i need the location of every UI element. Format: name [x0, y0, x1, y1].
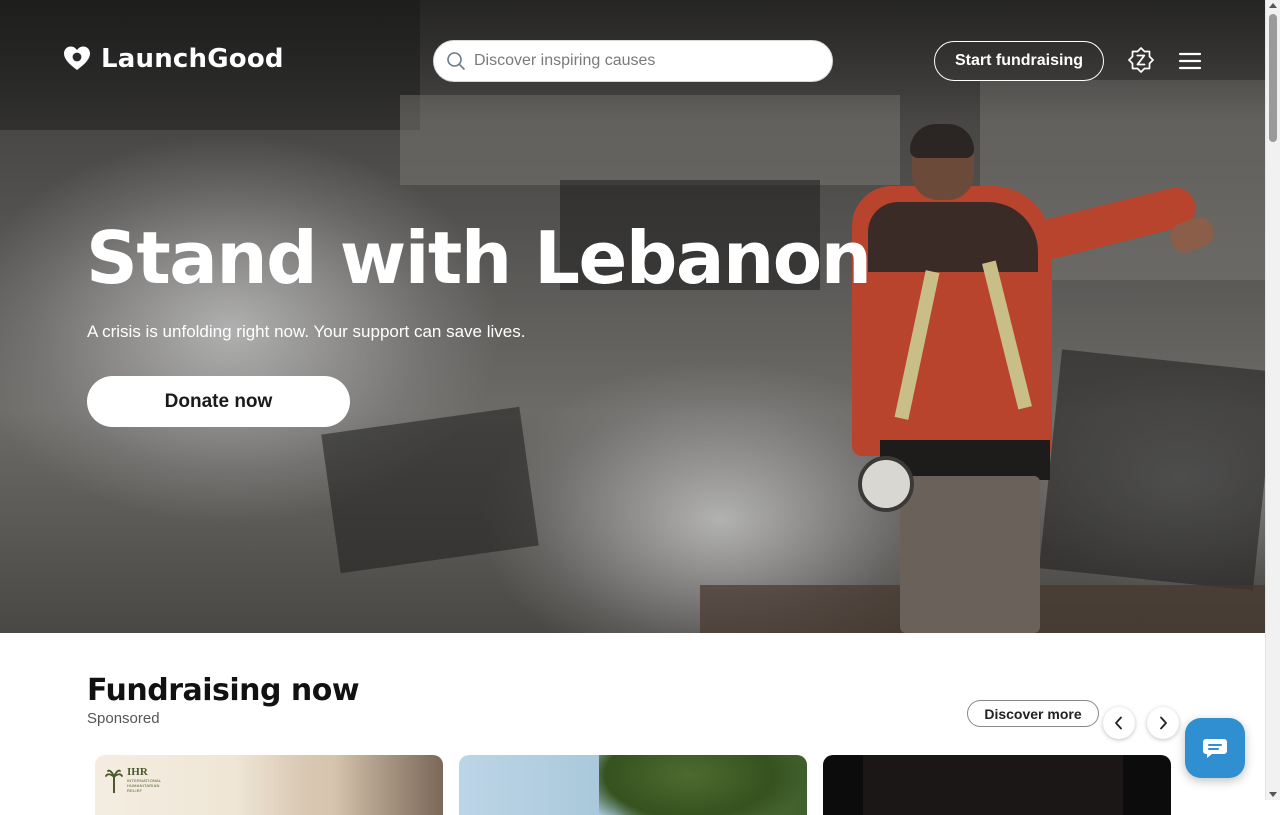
search-bar[interactable]: [433, 40, 833, 82]
logo-text: LaunchGood: [101, 44, 284, 74]
heart-logo-icon: [64, 46, 90, 70]
ihr-org-logo: IHR INTERNATIONAL HUMANITARIAN RELIEF: [105, 767, 173, 793]
campaign-card[interactable]: [459, 755, 807, 815]
hero-subtitle: A crisis is unfolding right now. Your su…: [87, 322, 526, 341]
chevron-left-icon: [1115, 716, 1122, 730]
scroll-down-arrow-icon[interactable]: [1269, 792, 1277, 797]
fundraising-now-title: Fundraising now: [87, 673, 360, 708]
chevron-right-icon: [1160, 716, 1167, 730]
hero-banner: Stand with Lebanon A crisis is unfolding…: [0, 0, 1265, 633]
discover-more-button[interactable]: Discover more: [967, 700, 1099, 727]
donate-now-button[interactable]: Donate now: [87, 376, 350, 427]
launchgood-logo[interactable]: LaunchGood: [63, 44, 284, 74]
palm-tree-icon: [105, 769, 123, 793]
chat-icon: [1203, 739, 1227, 758]
campaign-card[interactable]: [823, 755, 1171, 815]
hamburger-menu-icon[interactable]: [1178, 50, 1202, 72]
sponsored-label: Sponsored: [87, 710, 160, 727]
hero-ruins: [321, 406, 539, 574]
scroll-up-arrow-icon[interactable]: [1269, 3, 1277, 8]
campaign-card[interactable]: IHR INTERNATIONAL HUMANITARIAN RELIEF: [95, 755, 443, 815]
carousel-prev-button[interactable]: [1103, 707, 1135, 739]
hero-rescue-worker: [840, 120, 1220, 633]
search-icon: [447, 52, 465, 70]
search-input[interactable]: [474, 52, 804, 70]
carousel-next-button[interactable]: [1147, 707, 1179, 739]
scrollbar-thumb[interactable]: [1269, 14, 1277, 142]
hero-title: Stand with Lebanon: [86, 216, 872, 300]
zakat-icon[interactable]: [1126, 46, 1156, 76]
page-scrollbar[interactable]: [1265, 0, 1280, 800]
chat-button[interactable]: [1185, 718, 1245, 778]
start-fundraising-button[interactable]: Start fundraising: [934, 41, 1104, 81]
